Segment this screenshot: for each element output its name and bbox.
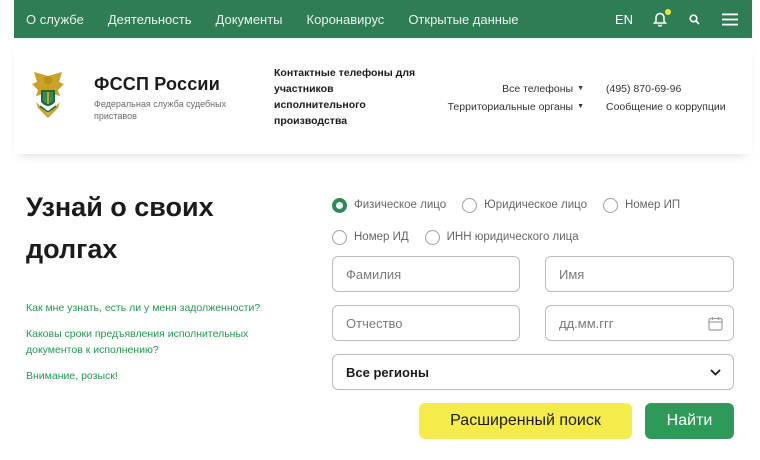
contacts-title: Контактные телефоны для участников испол… <box>274 67 416 127</box>
calendar-icon[interactable] <box>708 316 723 331</box>
radio-unchecked-icon <box>332 229 347 245</box>
brand-subtitle: Федеральная служба судебных приставов <box>94 99 227 121</box>
nav-item-open-data[interactable]: Открытые данные <box>408 12 518 27</box>
caret-down-icon: ▼ <box>577 85 584 93</box>
site-header: ФССП России Федеральная служба судебных … <box>14 38 752 154</box>
radio-inn[interactable]: ИНН юридического лица <box>424 229 579 245</box>
language-switch[interactable]: EN <box>615 12 633 27</box>
radio-unchecked-icon <box>462 197 478 213</box>
radio-ip-number[interactable]: Номер ИП <box>602 197 680 213</box>
advanced-search-button[interactable]: Расширенный поиск <box>419 403 632 439</box>
region-select[interactable]: Все регионы <box>332 354 734 390</box>
radio-unchecked-icon <box>602 197 618 213</box>
chevron-down-icon <box>710 368 721 376</box>
radio-individual[interactable]: Физическое лицо <box>332 197 446 213</box>
radio-legal-entity[interactable]: Юридическое лицо <box>462 197 587 213</box>
header-contacts: (495) 870-69-96 Сообщение о коррупции <box>606 80 726 116</box>
faq-link-terms[interactable]: Каковы сроки предъявления исполнительных… <box>26 326 306 358</box>
radio-checked-icon <box>332 197 347 213</box>
brand-name: ФССП России <box>94 74 220 94</box>
faq-link-debts[interactable]: Как мне узнать, есть ли у меня задолженн… <box>26 300 306 316</box>
region-select-value: Все регионы <box>346 364 429 380</box>
find-button[interactable]: Найти <box>645 403 734 439</box>
faq-link-wanted[interactable]: Внимание, розыск! <box>26 368 306 384</box>
firstname-input[interactable]: Имя <box>545 256 734 292</box>
territorial-dropdown[interactable]: Территориальные органы ▼ <box>448 98 584 116</box>
all-phones-dropdown[interactable]: Все телефоны ▼ <box>448 80 584 98</box>
territorial-label: Территориальные органы <box>447 101 574 114</box>
corruption-report-link[interactable]: Сообщение о коррупции <box>606 98 726 116</box>
nav-item-activity[interactable]: Деятельность <box>108 12 192 27</box>
caret-down-icon: ▼ <box>577 103 584 111</box>
notification-dot <box>665 8 671 15</box>
search-type-radios: Физическое лицо Юридическое лицо Номер И… <box>332 196 742 260</box>
top-nav: О службе Деятельность Документы Коронави… <box>14 0 752 38</box>
birthdate-input[interactable]: дд.мм.ггг <box>545 305 734 341</box>
page-title: Узнай о своих долгах <box>26 192 214 264</box>
bell-icon[interactable] <box>653 8 671 27</box>
faq-links: Как мне узнать, есть ли у меня задолженн… <box>26 300 306 394</box>
nav-item-about[interactable]: О службе <box>26 12 84 27</box>
brand[interactable]: ФССП России Федеральная служба судебных … <box>94 74 254 122</box>
fssp-emblem-icon[interactable] <box>30 68 66 120</box>
search-icon[interactable] <box>689 13 700 25</box>
header-links: Все телефоны ▼ Территориальные органы ▼ <box>448 80 584 116</box>
menu-icon[interactable] <box>722 13 738 26</box>
all-phones-label: Все телефоны <box>502 83 574 95</box>
nav-item-coronavirus[interactable]: Коронавирус <box>307 12 385 27</box>
radio-unchecked-icon <box>424 229 440 245</box>
nav-item-documents[interactable]: Документы <box>216 12 283 27</box>
birthdate-placeholder: дд.мм.ггг <box>559 315 614 331</box>
lastname-input[interactable]: Фамилия <box>332 256 520 292</box>
radio-id-number[interactable]: Номер ИД <box>332 229 409 245</box>
phone-link[interactable]: (495) 870-69-96 <box>606 80 726 98</box>
patronymic-input[interactable]: Отчество <box>332 305 520 341</box>
